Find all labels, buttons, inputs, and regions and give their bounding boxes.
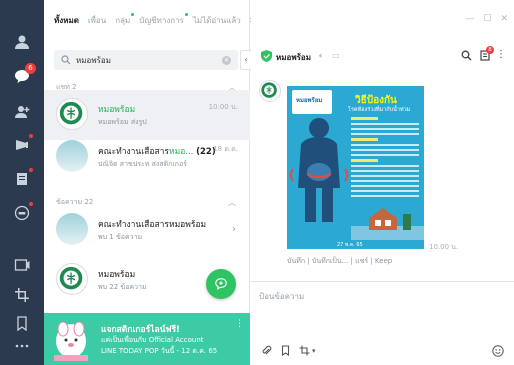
chat-name-highlight: หมอ... bbox=[168, 147, 194, 157]
timeline-dot bbox=[29, 134, 33, 138]
poster-logo-text: หมอพร้อม bbox=[296, 97, 323, 104]
tab-friends[interactable]: เพื่อน bbox=[88, 14, 106, 27]
tab-official-label: บัญชีทางการ bbox=[139, 15, 184, 25]
result-count: พบ 1 ข้อความ bbox=[98, 233, 143, 241]
promo-title: แจกสติกเกอร์ไลน์ฟรี! bbox=[101, 325, 180, 335]
official-shield-icon bbox=[261, 50, 272, 62]
chat-preview: ปณิจิต สาขประท ส่งสติกเกอร์ bbox=[98, 160, 187, 168]
mute-icon[interactable]: 🔈︎ bbox=[319, 51, 324, 61]
poster-figure-image bbox=[289, 118, 349, 222]
keep-icon[interactable] bbox=[280, 345, 291, 356]
screenshot-icon[interactable] bbox=[299, 345, 310, 356]
search-bar: ✕ bbox=[54, 50, 238, 70]
message-result-row[interactable]: คณะทำงานเสือสารหมอพร้อม พบ 1 ข้อความ › bbox=[44, 205, 250, 255]
timeline-icon[interactable] bbox=[13, 134, 33, 154]
tab-all[interactable]: ทั้งหมด bbox=[54, 14, 79, 27]
minimize-icon[interactable]: — bbox=[465, 14, 474, 24]
window-controls: — ☐ ✕ bbox=[465, 14, 508, 24]
poster-house-image bbox=[351, 208, 424, 240]
tab-all-label: ทั้งหมด bbox=[54, 15, 79, 25]
chat-row[interactable]: คณะทำงานเสือสารหมอ... (22) ปณิจิต สาขประ… bbox=[44, 132, 250, 182]
screenshot-icon[interactable] bbox=[13, 286, 31, 304]
notes-badge: 8 bbox=[486, 46, 494, 54]
more-icon[interactable] bbox=[13, 337, 31, 355]
promo-line-2: แค่เป็นเพื่อนกับ Official Account bbox=[101, 336, 204, 344]
message-time: 10.00 น. bbox=[429, 243, 459, 251]
chat-name: หมอพร้อม bbox=[98, 102, 135, 116]
poster-date: 27 พ.ค. 65 bbox=[337, 242, 363, 248]
chevron-down-icon[interactable]: ▾ bbox=[312, 347, 316, 355]
promo-line-3: LINE TODAY POP วันนี้ - 12 ต.ค. 65 bbox=[101, 347, 218, 355]
search-icon bbox=[61, 55, 71, 65]
chat-list-panel: ทั้งหมด เพื่อน กลุ่ม บัญชีทางการ ไม่ได้อ… bbox=[44, 0, 258, 365]
image-message[interactable]: หมอพร้อม วิธีป้องกัน โรคท้องร่วงที่มากับ… bbox=[287, 86, 424, 249]
chat-name: คณะทำงานเสือสารหมอพร้อม bbox=[98, 220, 207, 230]
sticker-character-image bbox=[54, 321, 88, 361]
tab-groups[interactable]: กลุ่ม bbox=[115, 12, 135, 27]
result-count: พบ 22 ข้อความ bbox=[98, 283, 147, 291]
search-icon[interactable] bbox=[461, 50, 472, 61]
chat-name: หมอพร้อม bbox=[98, 270, 136, 280]
chevron-right-icon: › bbox=[232, 224, 236, 235]
openchat-icon[interactable] bbox=[13, 202, 33, 222]
openchat-dot bbox=[29, 202, 33, 206]
friends-icon[interactable] bbox=[13, 33, 31, 51]
tab-unread[interactable]: ไม่ได้อ่านแล้ว bbox=[193, 14, 241, 27]
close-icon[interactable]: ✕ bbox=[500, 14, 508, 24]
tab-groups-label: กลุ่ม bbox=[115, 15, 131, 25]
tab-official[interactable]: บัญชีทางการ bbox=[139, 12, 188, 27]
news-dot bbox=[29, 168, 33, 172]
tab-friends-label: เพื่อน bbox=[87, 15, 107, 25]
sidebar-rail: 6 bbox=[0, 0, 44, 365]
tab-groups-dot bbox=[131, 12, 135, 16]
chat-name: คณะทำงานเสือสารหมอ... (22) bbox=[98, 144, 216, 158]
search-input[interactable] bbox=[76, 55, 216, 65]
sender-avatar[interactable] bbox=[259, 80, 281, 102]
chat-name-highlight: หมอพร้อม bbox=[98, 105, 136, 115]
chat-time: 18 ต.ค. bbox=[213, 145, 238, 153]
attach-file-icon[interactable] bbox=[261, 345, 272, 356]
keep-icon[interactable] bbox=[13, 314, 31, 332]
poster-logo: หมอพร้อม bbox=[292, 90, 332, 114]
maximize-icon[interactable]: ☐ bbox=[483, 14, 491, 24]
tab-unread-label: ไม่ได้อ่านแล้ว bbox=[192, 15, 241, 25]
chat-title[interactable]: หมอพร้อม bbox=[276, 51, 311, 64]
chat-header: หมอพร้อม 🔈︎ ▭ 8 ⋮ bbox=[251, 44, 514, 68]
chat-name-text: คณะทำงานเสือสาร bbox=[98, 147, 169, 157]
poster-text-block bbox=[351, 117, 419, 200]
news-icon[interactable] bbox=[13, 168, 33, 188]
poster-subtitle: โรคท้องร่วงที่มากับน้ำท่วม bbox=[348, 107, 411, 113]
chat-tabs: ทั้งหมด เพื่อน กลุ่ม บัญชีทางการ ไม่ได้อ… bbox=[44, 0, 258, 40]
moph-logo-icon bbox=[261, 82, 277, 98]
message-input[interactable] bbox=[259, 292, 499, 301]
avatar bbox=[56, 263, 88, 295]
new-chat-icon bbox=[215, 278, 227, 290]
search-clear-icon[interactable]: ✕ bbox=[222, 55, 231, 65]
tab-official-dot bbox=[184, 12, 188, 16]
chat-time: 10:00 น. bbox=[208, 103, 238, 111]
chats-icon[interactable]: 6 bbox=[13, 63, 36, 85]
avatar bbox=[56, 98, 88, 130]
add-chat-icon[interactable] bbox=[13, 256, 31, 274]
promo-banner[interactable]: แจกสติกเกอร์ไลน์ฟรี! แค่เป็นเพื่อนกับ Of… bbox=[44, 313, 250, 365]
chat-preview: หมอพร้อม ส่งรูป bbox=[98, 118, 147, 126]
message-input-area: ▾ bbox=[251, 281, 514, 365]
note-icon[interactable]: ▭ bbox=[332, 51, 340, 60]
more-options-icon[interactable]: ⋮ bbox=[496, 49, 506, 60]
emoji-icon[interactable] bbox=[492, 345, 504, 357]
new-chat-button[interactable] bbox=[206, 269, 236, 299]
promo-more-icon[interactable]: ⋮ bbox=[235, 319, 244, 329]
chat-room: — ☐ ✕ หมอพร้อม 🔈︎ ▭ 8 ⋮ หมอพร้อม วิธีป้อ… bbox=[251, 0, 514, 365]
image-actions[interactable]: บันทึก | บันทึกเป็น... | แชร์ | Keep bbox=[287, 256, 392, 267]
chats-badge: 6 bbox=[25, 63, 36, 74]
avatar bbox=[56, 140, 88, 172]
moph-logo-icon bbox=[59, 101, 83, 125]
input-toolbar: ▾ bbox=[261, 345, 316, 356]
avatar bbox=[56, 213, 88, 245]
add-friend-icon[interactable] bbox=[13, 103, 31, 121]
moph-logo-icon bbox=[59, 266, 83, 290]
